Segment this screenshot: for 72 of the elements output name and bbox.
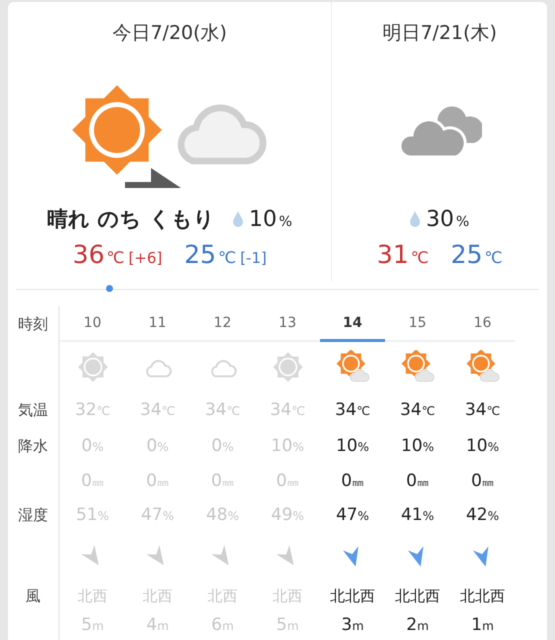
day-title: 明日7/21(木) <box>382 21 497 46</box>
temperature: 34℃ <box>334 400 370 420</box>
page-indicator-dot <box>106 285 113 292</box>
wind-direction: 北北西 <box>395 586 440 606</box>
rain-chance: 0% <box>81 436 104 456</box>
temperature: 32℃ <box>74 400 110 420</box>
temperature: 34℃ <box>270 400 306 420</box>
rain-amount: 0㎜ <box>406 471 429 491</box>
hour-tab[interactable]: 15 <box>385 306 450 342</box>
humidity: 51% <box>76 505 110 525</box>
rain-amount: 0㎜ <box>211 471 234 491</box>
row-label: 風 <box>26 586 40 606</box>
hour-tab[interactable]: 16 <box>450 306 515 342</box>
high-temperature: 36℃ <box>72 240 124 269</box>
high-difference: [+6] <box>128 249 162 267</box>
temperature: 34℃ <box>140 400 176 420</box>
rain-amount: 0㎜ <box>341 471 364 491</box>
high-temperature: 31℃ <box>376 240 429 269</box>
then-arrow-icon <box>124 168 181 188</box>
rain-chance: 10% <box>336 436 370 456</box>
temperature: 34℃ <box>204 400 240 420</box>
raindrop-icon <box>232 211 243 227</box>
sun-and-cloud-icon <box>336 350 370 384</box>
temperature: 34℃ <box>400 400 436 420</box>
row-label: 降水 <box>18 436 48 456</box>
rain-chance: 30% <box>426 206 470 232</box>
wind-direction: 北西 <box>272 586 302 606</box>
weather-text: 晴れ のち くもり <box>47 206 215 233</box>
hour-tab[interactable]: 11 <box>125 306 190 342</box>
row-label: 湿度 <box>18 506 48 524</box>
rain-chance: 10% <box>466 436 500 456</box>
wind-speed: 2 m <box>406 615 429 635</box>
wind-speed: 5 m <box>81 615 104 635</box>
wind-direction: 北北西 <box>460 586 505 606</box>
row-label: 時刻 <box>18 314 48 334</box>
rain-chance: 0% <box>211 436 234 456</box>
rain-chance: 10% <box>400 436 434 456</box>
sun-and-cloud-icon <box>466 350 500 384</box>
humidity: 41% <box>400 505 434 525</box>
rain-chance: 10% <box>248 206 292 232</box>
wind-speed: 4m <box>146 615 169 635</box>
low-difference: [-1] <box>240 249 267 267</box>
rain-amount: 0㎜ <box>276 471 299 491</box>
hour-tab[interactable]: 12 <box>190 306 255 342</box>
humidity: 47% <box>140 505 174 525</box>
sun-and-cloud-icon <box>400 350 434 384</box>
rain-chance: 10% <box>270 436 304 456</box>
hour-tab[interactable]: 10 <box>60 306 125 342</box>
wind-direction: 北西 <box>208 586 238 606</box>
wind-direction: 北北西 <box>330 586 375 606</box>
rain-amount: 0㎜ <box>146 471 169 491</box>
rain-amount: 0㎜ <box>81 471 104 491</box>
humidity: 49% <box>270 505 304 525</box>
low-temperature: 25℃ <box>184 240 236 269</box>
wind-speed: 5 m <box>276 615 299 635</box>
raindrop-icon <box>410 211 420 227</box>
hour-tab[interactable]: 13 <box>255 306 320 342</box>
humidity: 48% <box>206 505 240 525</box>
low-temperature: 25℃ <box>450 240 502 269</box>
humidity: 47% <box>336 505 370 525</box>
wind-direction: 北西 <box>142 586 172 606</box>
wind-direction: 北西 <box>78 586 108 606</box>
wind-speed: 6m <box>211 615 234 635</box>
rain-chance: 0% <box>146 436 169 456</box>
wind-speed: 1 m <box>471 615 494 635</box>
hour-tab[interactable]: 14 <box>320 306 385 342</box>
day-title: 今日7/20(水) <box>112 21 227 46</box>
row-label: 気温 <box>18 400 48 420</box>
humidity: 42% <box>466 505 500 525</box>
temperature: 34℃ <box>464 400 500 420</box>
rain-amount: 0㎜ <box>471 471 494 491</box>
wind-speed: 3m <box>341 615 364 635</box>
